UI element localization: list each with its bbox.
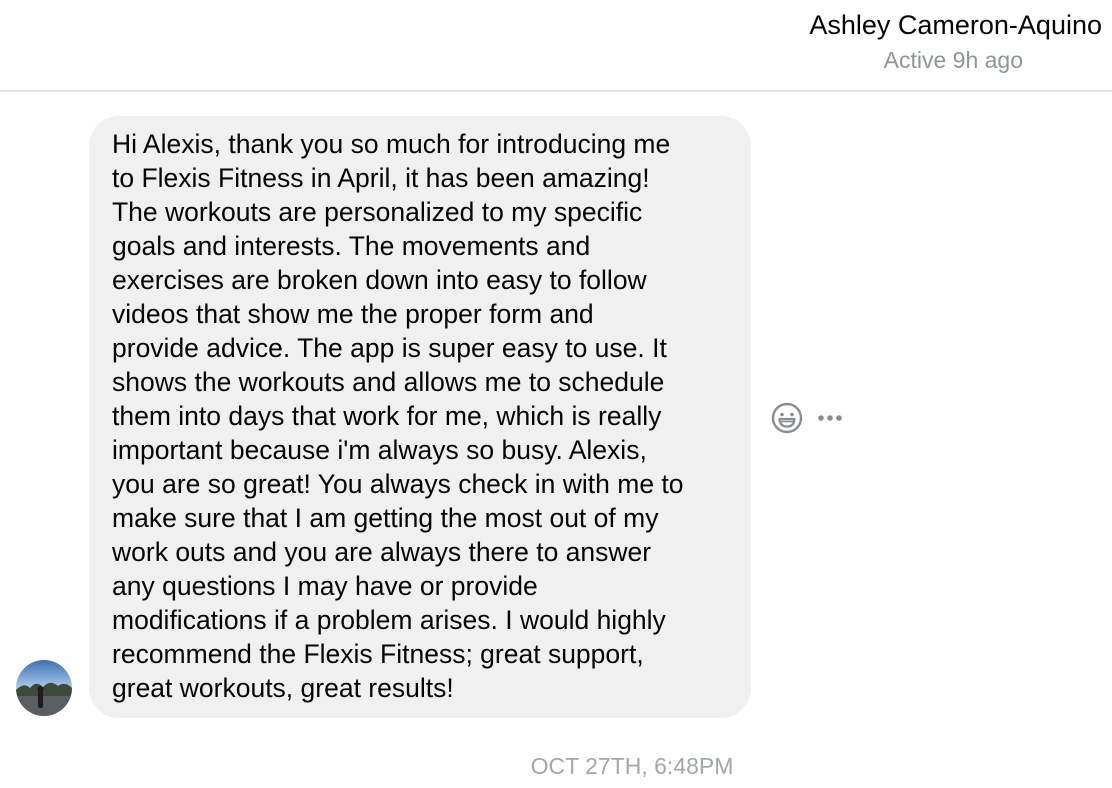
message-bubble[interactable]: Hi Alexis, thank you so much for introdu… bbox=[89, 116, 751, 718]
active-status: Active 9h ago bbox=[883, 47, 1023, 73]
conversation-header: Ashley Cameron-Aquino Active 9h ago bbox=[0, 0, 1112, 92]
smiley-face-icon[interactable] bbox=[770, 401, 804, 435]
contact-avatar[interactable] bbox=[16, 660, 72, 716]
message-timestamp: OCT 27TH, 6:48PM bbox=[530, 753, 734, 779]
contact-name[interactable]: Ashley Cameron-Aquino bbox=[809, 8, 1102, 42]
more-options-icon[interactable] bbox=[816, 408, 846, 428]
message-actions bbox=[770, 400, 846, 436]
